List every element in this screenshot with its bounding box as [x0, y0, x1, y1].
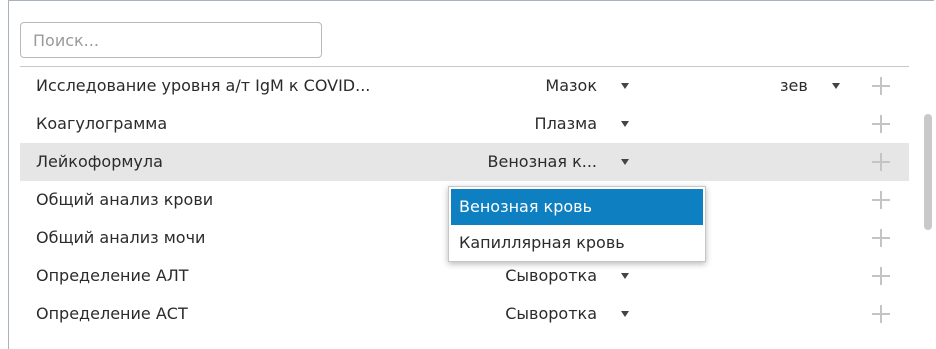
material-select-value[interactable]: Плазма [535, 105, 597, 143]
material-select-value[interactable]: Сыворотка [505, 257, 597, 295]
row-name: Определение АСТ [36, 304, 188, 323]
search-input[interactable] [20, 22, 322, 58]
chevron-down-icon[interactable] [621, 83, 629, 89]
table-row[interactable]: Лейкоформула Венозная к... [20, 143, 909, 181]
chevron-down-icon[interactable] [621, 273, 629, 279]
row-name: Общий анализ крови [36, 190, 214, 209]
plus-icon[interactable] [872, 153, 890, 171]
row-name: Лейкоформула [36, 152, 163, 171]
material-select-value[interactable]: Мазок [545, 67, 597, 105]
location-select-value[interactable]: зев [780, 67, 808, 105]
chevron-down-icon[interactable] [621, 121, 629, 127]
chevron-down-icon[interactable] [832, 83, 840, 89]
chevron-down-icon[interactable] [621, 311, 629, 317]
table-row[interactable]: Исследование уровня а/т IgM к COVID... М… [20, 67, 909, 105]
dropdown-option-capillary-blood[interactable]: Капиллярная кровь [451, 225, 703, 261]
plus-icon[interactable] [872, 191, 890, 209]
plus-icon[interactable] [872, 77, 890, 95]
plus-icon[interactable] [872, 115, 890, 133]
scrollbar-thumb[interactable] [924, 114, 932, 230]
table-row[interactable]: Определение АЛТ Сыворотка [20, 257, 909, 295]
row-name: Общий анализ мочи [36, 228, 206, 247]
row-name: Определение АЛТ [36, 266, 189, 285]
plus-icon[interactable] [872, 305, 890, 323]
plus-icon[interactable] [872, 267, 890, 285]
material-select-value[interactable]: Сыворотка [505, 295, 597, 333]
row-name: Коагулограмма [36, 114, 168, 133]
chevron-down-icon[interactable] [621, 159, 629, 165]
table-row[interactable]: Коагулограмма Плазма [20, 105, 909, 143]
material-select-value[interactable]: Венозная к... [488, 143, 597, 181]
table-row[interactable]: Определение АСТ Сыворотка [20, 295, 909, 333]
dropdown-option-venous-blood[interactable]: Венозная кровь [451, 189, 703, 225]
row-name: Исследование уровня а/т IgM к COVID... [36, 76, 371, 95]
material-dropdown-popup: Венозная кровь Капиллярная кровь [448, 186, 706, 262]
plus-icon[interactable] [872, 229, 890, 247]
